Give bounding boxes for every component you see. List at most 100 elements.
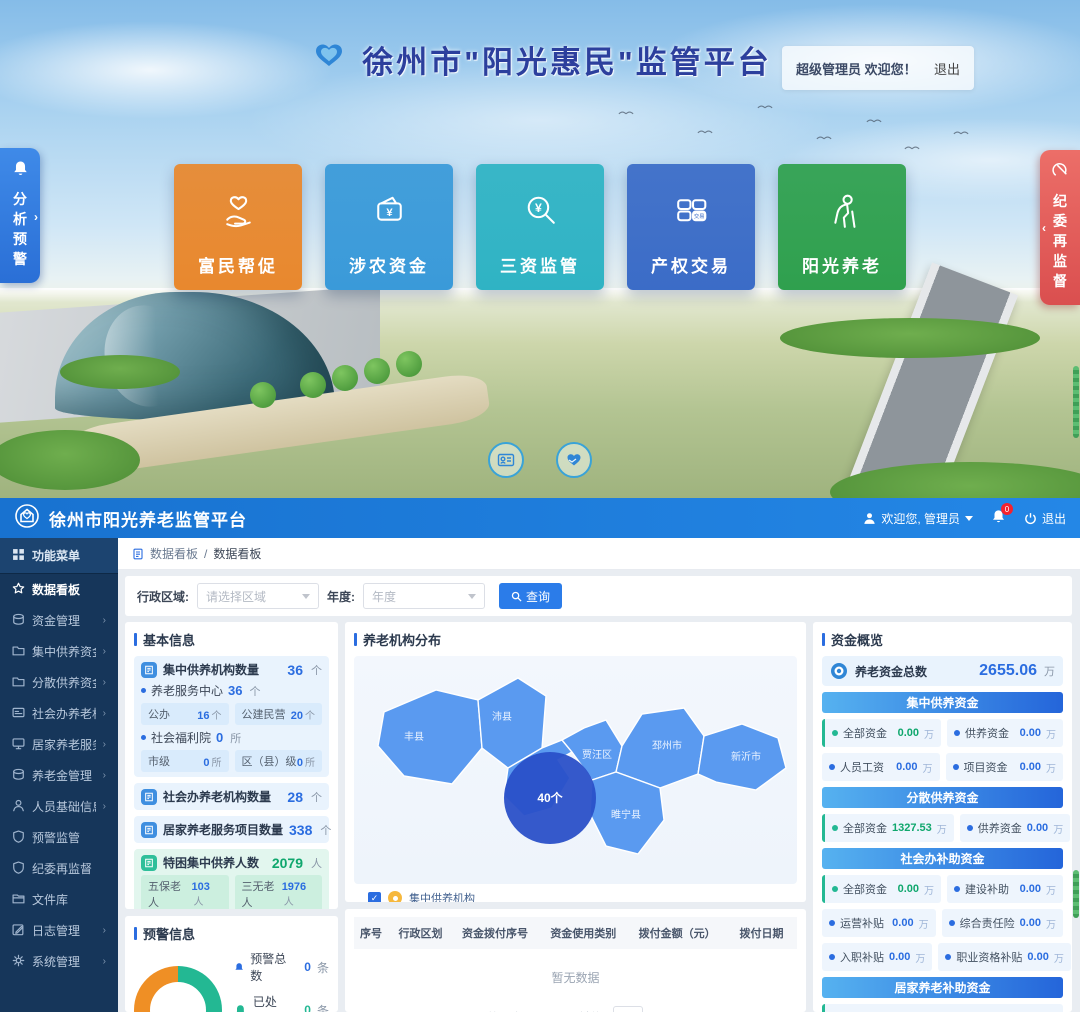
total-count: 共 0 条: [486, 1009, 523, 1012]
basic-card-value: 28: [287, 789, 303, 805]
chevron-right-icon: ›: [103, 739, 106, 750]
fund-section-header-分散供养资金: 分散供养资金: [822, 787, 1063, 808]
sidebar-item-集中供养资金[interactable]: 集中供养资金›: [0, 636, 118, 667]
search-icon: [511, 591, 522, 602]
chevron-right-icon: ›: [103, 925, 106, 936]
table-header-拨付日期: 拨付日期: [734, 917, 798, 949]
coin-circle-icon: [830, 662, 848, 680]
basic-card-value: 2079: [272, 855, 303, 871]
building-icon: [141, 789, 157, 805]
building-icon: [141, 662, 157, 678]
fund-stat-全部资金: 全部资金1327.53万: [822, 814, 954, 842]
user-menu[interactable]: 欢迎您, 管理员: [863, 510, 973, 527]
basic-card-unit: 个: [311, 789, 322, 805]
bird-icon: [757, 97, 773, 115]
tile-涉农资金[interactable]: ¥涉农资金: [325, 164, 453, 290]
tile-阳光养老[interactable]: 阳光养老: [778, 164, 906, 290]
total-funds-card: 养老资金总数 2655.06 万: [822, 656, 1063, 686]
warning-stat-预警总数: 预警总数0条: [234, 950, 329, 984]
folder-closed-icon: [12, 892, 25, 908]
svg-text:¥: ¥: [386, 207, 393, 219]
hero-title: 徐州市"阳光惠民"监管平台: [362, 37, 771, 82]
sidebar-item-label: 居家养老服务项目: [32, 736, 96, 753]
blocks-trade-icon: 交易: [669, 188, 714, 252]
user-icon: [863, 512, 876, 525]
basic-card-title: 居家养老服务项目数量: [163, 821, 283, 838]
sidebar-item-纪委再监督[interactable]: 纪委再监督: [0, 853, 118, 884]
svg-text:交易: 交易: [693, 212, 704, 220]
care-heart-circle-button[interactable]: [556, 442, 592, 478]
fund-stat-全部资金: 全部资金0.00万: [822, 719, 941, 747]
fund-section-header-社会办补助资金: 社会办补助资金: [822, 848, 1063, 869]
person-icon: [12, 799, 25, 815]
fund-stat-供养资金: 供养资金0.00万: [947, 719, 1063, 747]
building-icon: [141, 822, 157, 838]
sidebar-item-数据看板[interactable]: 数据看板: [0, 574, 118, 605]
sidebar-item-label: 预警监管: [32, 829, 106, 846]
filter-bar: 行政区域: 请选择区域 年度: 年度 查询: [125, 576, 1072, 616]
map-region-label: 贾汪区: [582, 749, 612, 761]
sidebar-item-系统管理[interactable]: 系统管理›: [0, 946, 118, 977]
sidebar-item-居家养老服务项目[interactable]: 居家养老服务项目 ›: [0, 729, 118, 760]
basic-card-value: 338: [289, 822, 312, 838]
year-select[interactable]: 年度: [363, 583, 485, 609]
stat-chip-市级: 市级0所: [141, 750, 229, 772]
fund-stat-运营补贴: 运营补贴0.00万: [822, 909, 936, 937]
sidebar-item-预警监管[interactable]: 预警监管: [0, 822, 118, 853]
sidebar-item-label: 人员基础信息: [32, 798, 96, 815]
warning-stat-已处理: 已处理0条: [234, 993, 329, 1012]
sidebar-item-label: 集中供养资金: [32, 643, 96, 660]
basic-card-unit: 个: [311, 662, 322, 678]
tile-产权交易[interactable]: 交易产权交易: [627, 164, 755, 290]
shield-icon: [12, 861, 25, 877]
sidebar-item-日志管理[interactable]: 日志管理›: [0, 915, 118, 946]
sidebar-item-文件库[interactable]: 文件库: [0, 884, 118, 915]
page-scrollbar-thumb[interactable]: [1073, 366, 1079, 438]
basic-card-unit: 个: [320, 822, 331, 838]
year-filter-label: 年度:: [327, 588, 355, 605]
sidebar-item-社会办养老机构[interactable]: 社会办养老机构›: [0, 698, 118, 729]
warning-donut-chart: [134, 966, 222, 1012]
card-icon: [12, 706, 25, 722]
dashboard-scrollbar-thumb[interactable]: [1073, 870, 1079, 918]
tile-三资监管[interactable]: ¥三资监管: [476, 164, 604, 290]
sidebar-item-资金管理[interactable]: 资金管理›: [0, 605, 118, 636]
hero-logout-button[interactable]: 退出: [934, 59, 960, 78]
sidebar-item-分散供养资金[interactable]: 分散供养资金›: [0, 667, 118, 698]
total-funds-unit: 万: [1044, 663, 1055, 679]
fund-stat-供养资金: 供养资金0.00万: [960, 814, 1070, 842]
goto-page-input[interactable]: [613, 1006, 643, 1012]
tile-label: 三资监管: [500, 252, 580, 277]
stat-chip-三无老人: 三无老人1976人: [235, 875, 323, 909]
elder-icon: [820, 188, 865, 252]
goto-label: 前往: [579, 1009, 603, 1012]
map-panel-title: 养老机构分布: [363, 630, 441, 649]
total-funds-value: 2655.06: [979, 662, 1037, 680]
chevron-right-icon: ›: [103, 615, 106, 626]
map-layer-toggle-集中供养机构[interactable]: ✓集中供养机构: [368, 890, 797, 902]
fund-section-header-居家养老补助资金: 居家养老补助资金: [822, 977, 1063, 998]
stat-chip-公办: 公办16个: [141, 703, 229, 725]
sidebar-item-养老金管理[interactable]: 养老金管理›: [0, 760, 118, 791]
main-content: 数据看板 / 数据看板 行政区域: 请选择区域 年度: 年度 查询: [118, 538, 1080, 1012]
stat-chip-公建民营: 公建民营20个: [235, 703, 323, 725]
fund-stat-项目资金: 项目资金0.00万: [946, 753, 1064, 781]
sidebar-item-label: 系统管理: [32, 953, 96, 970]
region-filter-label: 行政区域:: [137, 588, 189, 605]
logout-button[interactable]: 退出: [1024, 510, 1066, 527]
search-button[interactable]: 查询: [499, 583, 562, 609]
total-funds-label: 养老资金总数: [855, 663, 972, 680]
sidebar-item-人员基础信息[interactable]: 人员基础信息›: [0, 791, 118, 822]
map-region-label: 邳州市: [652, 739, 682, 752]
breadcrumb-root[interactable]: 数据看板: [150, 545, 198, 562]
chevron-down-icon: [965, 516, 973, 521]
region-select[interactable]: 请选择区域: [197, 583, 319, 609]
notifications-bell[interactable]: 0: [991, 509, 1006, 527]
tile-富民帮促[interactable]: 富民帮促: [174, 164, 302, 290]
map-region[interactable]: [378, 690, 482, 784]
basic-card-居家养老服务项目数量: 居家养老服务项目数量 338 个: [134, 816, 329, 843]
marker-icon: [388, 891, 402, 902]
id-card-circle-button[interactable]: [488, 442, 524, 478]
monitor-icon: [12, 737, 25, 753]
fund-stat-全部资金: 全部资金0.00万: [822, 875, 941, 903]
